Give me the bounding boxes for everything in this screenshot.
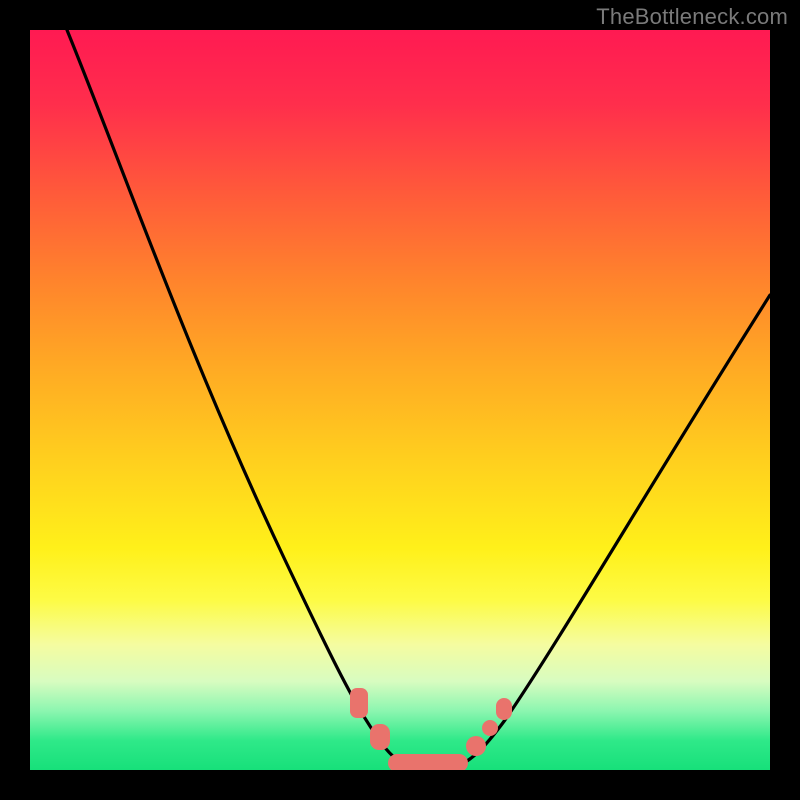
bottleneck-curve — [67, 30, 770, 765]
right-marker-3 — [496, 698, 512, 720]
chart-svg — [30, 30, 770, 770]
left-marker-1 — [350, 688, 368, 718]
right-marker-1 — [466, 736, 486, 756]
right-marker-2 — [482, 720, 498, 736]
plot-area — [30, 30, 770, 770]
bottom-marker — [388, 754, 468, 770]
watermark-text: TheBottleneck.com — [596, 4, 788, 30]
left-marker-3 — [370, 724, 390, 750]
chart-frame: TheBottleneck.com — [0, 0, 800, 800]
